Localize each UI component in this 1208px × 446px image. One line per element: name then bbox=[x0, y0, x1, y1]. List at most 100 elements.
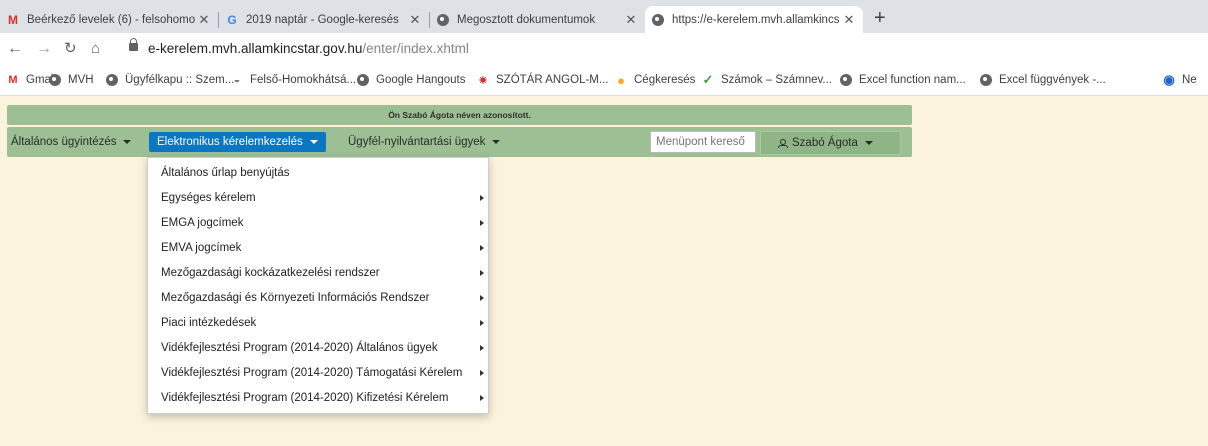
dropdown-item-vp-kifizetesi[interactable]: Vidékfejlesztési Program (2014-2020) Kif… bbox=[148, 386, 488, 411]
caret-down-icon bbox=[309, 139, 318, 144]
tab-title: Megosztott dokumentumok bbox=[457, 13, 596, 26]
dropdown-item-vp-tamogatasi[interactable]: Vidékfejlesztési Program (2014-2020) Tám… bbox=[148, 361, 488, 386]
caret-down-icon bbox=[123, 139, 132, 144]
submenu-arrow-icon bbox=[480, 220, 484, 226]
reload-icon[interactable]: ↻ bbox=[64, 40, 77, 58]
bookmark-label: Google Hangouts bbox=[376, 74, 466, 86]
bookmark-label: Excel function nam... bbox=[859, 74, 966, 86]
bookmark-szotar[interactable]: ✷ SZÓTÁR ANGOL-M... bbox=[476, 73, 608, 87]
company-search-icon: ● bbox=[617, 72, 625, 88]
dropdown-item-label: Vidékfejlesztési Program (2014-2020) Ált… bbox=[161, 342, 438, 354]
dropdown-item-mekir[interactable]: Mezőgazdasági és Környezeti Információs … bbox=[148, 286, 488, 311]
dropdown-item-label: EMGA jogcímek bbox=[161, 217, 244, 229]
globe-icon bbox=[48, 73, 62, 87]
bookmark-label: Cégkeresés bbox=[634, 74, 696, 86]
dropdown-item-altalanos-urlap[interactable]: Általános űrlap benyújtás bbox=[148, 161, 488, 186]
globe-icon bbox=[651, 13, 665, 27]
home-icon[interactable]: ⌂ bbox=[91, 40, 100, 58]
menu-elektronikus-kerelemkezeles[interactable]: Elektronikus kérelemkezelés bbox=[149, 132, 326, 152]
bookmark-label: Számok – Számnev... bbox=[721, 74, 832, 86]
dropdown-item-label: EMVA jogcímek bbox=[161, 242, 242, 254]
globe-icon bbox=[105, 73, 119, 87]
dropdown-item-vp-altalanos[interactable]: Vidékfejlesztési Program (2014-2020) Ált… bbox=[148, 336, 488, 361]
bookmark-google-hangouts[interactable]: Google Hangouts bbox=[356, 73, 466, 87]
url-host: e-kerelem.mvh.allamkincstar.gov.hu bbox=[148, 41, 363, 56]
close-icon[interactable]: ✕ bbox=[623, 12, 639, 28]
bookmark-label: Felső-Homokhátsá... bbox=[250, 74, 357, 86]
tab-title: 2019 naptár - Google-keresés bbox=[246, 13, 399, 26]
gmail-icon: M bbox=[8, 74, 18, 86]
tab-shared-documents[interactable]: Megosztott dokumentumok ✕ bbox=[430, 6, 645, 33]
globe-icon bbox=[436, 13, 450, 27]
menu-altalanos-ugyintezes[interactable]: Általános ügyintézés bbox=[11, 127, 132, 157]
close-icon[interactable]: ✕ bbox=[196, 12, 212, 28]
bookmarks-bar: M Gmail MVH Ügyfélkapu :: Szem... ◒ Felső-… bbox=[0, 66, 1208, 96]
bookmark-label: MVH bbox=[68, 74, 94, 86]
url-field[interactable]: e-kerelem.mvh.allamkincstar.gov.hu/enter… bbox=[148, 41, 469, 56]
bookmark-szamok[interactable]: ✓ Számok – Számnev... bbox=[701, 72, 832, 87]
globe-icon bbox=[839, 73, 853, 87]
caret-down-icon bbox=[492, 139, 501, 144]
dropdown-item-label: Piaci intézkedések bbox=[161, 317, 257, 329]
dropdown-item-emga-jogcimek[interactable]: EMGA jogcímek bbox=[148, 211, 488, 236]
address-bar-row: ← → ↻ ⌂ e-kerelem.mvh.allamkincstar.gov.… bbox=[0, 33, 1208, 66]
browser-tab-strip: M Beérkező levelek (6) - felsohomo ✕ G 2… bbox=[0, 0, 1208, 33]
submenu-arrow-icon bbox=[480, 195, 484, 201]
tab-google-search[interactable]: G 2019 naptár - Google-keresés ✕ bbox=[219, 6, 429, 33]
menu-search-input[interactable] bbox=[650, 131, 756, 153]
dropdown-item-label: Általános űrlap benyújtás bbox=[161, 167, 290, 179]
menu-label: Általános ügyintézés bbox=[11, 136, 117, 148]
dropdown-item-kockazatkezelesi[interactable]: Mezőgazdasági kockázatkezelési rendszer bbox=[148, 261, 488, 286]
user-menu-button[interactable]: Szabó Ágota bbox=[760, 131, 901, 155]
submenu-arrow-icon bbox=[480, 245, 484, 251]
identity-notice: Ön Szabó Ágota néven azonosított. bbox=[7, 105, 912, 125]
bowl-icon: ◒ bbox=[233, 74, 241, 86]
dropdown-item-label: Egységes kérelem bbox=[161, 192, 256, 204]
submenu-arrow-icon bbox=[480, 395, 484, 401]
submenu-arrow-icon bbox=[480, 370, 484, 376]
globe-icon bbox=[979, 73, 993, 87]
bookmark-label: Excel függvények -... bbox=[999, 74, 1106, 86]
forward-icon[interactable]: → bbox=[36, 40, 52, 58]
bookmark-label: Ügyfélkapu :: Szem... bbox=[125, 74, 235, 86]
back-icon[interactable]: ← bbox=[7, 40, 23, 58]
menu-ugyfel-nyilvantartasi-ugyek[interactable]: Ügyfél-nyilvántartási ügyek bbox=[348, 127, 501, 157]
dropdown-item-label: Mezőgazdasági kockázatkezelési rendszer bbox=[161, 267, 380, 279]
elektronikus-kerelemkezeles-dropdown: Általános űrlap benyújtás Egységes kérel… bbox=[147, 157, 489, 414]
gmail-icon: M bbox=[8, 12, 18, 27]
dropdown-item-emva-jogcimek[interactable]: EMVA jogcímek bbox=[148, 236, 488, 261]
submenu-arrow-icon bbox=[480, 295, 484, 301]
google-icon: G bbox=[227, 12, 237, 27]
dropdown-item-label: Vidékfejlesztési Program (2014-2020) Tám… bbox=[161, 367, 463, 379]
user-icon bbox=[778, 139, 788, 148]
bookmark-cegkereses[interactable]: ● Cégkeresés bbox=[614, 72, 696, 88]
bookmark-excel-fuggvenyek[interactable]: Excel függvények -... bbox=[979, 73, 1106, 87]
dropdown-item-piaci-intezkedesek[interactable]: Piaci intézkedések bbox=[148, 311, 488, 336]
new-tab-button[interactable]: + bbox=[874, 8, 886, 28]
close-icon[interactable]: ✕ bbox=[841, 12, 857, 28]
dropdown-item-label: Vidékfejlesztési Program (2014-2020) Kif… bbox=[161, 392, 449, 404]
globe-icon bbox=[356, 73, 370, 87]
bookmark-ne[interactable]: ◉ Ne bbox=[1162, 72, 1197, 87]
user-name: Szabó Ágota bbox=[792, 137, 858, 149]
checkmark-icon: ✓ bbox=[702, 72, 714, 87]
dictionary-icon: ✷ bbox=[478, 74, 488, 87]
lock-icon[interactable] bbox=[129, 38, 138, 51]
bookmark-excel-function[interactable]: Excel function nam... bbox=[839, 73, 966, 87]
bookmark-ugyfelkapu[interactable]: Ügyfélkapu :: Szem... bbox=[105, 73, 234, 87]
url-path: /enter/index.xhtml bbox=[362, 41, 469, 56]
close-icon[interactable]: ✕ bbox=[407, 12, 423, 28]
bookmark-mvh[interactable]: MVH bbox=[48, 73, 94, 87]
main-menu-bar: Általános ügyintézés Elektronikus kérele… bbox=[7, 127, 912, 157]
submenu-arrow-icon bbox=[480, 345, 484, 351]
dropdown-item-label: Mezőgazdasági és Környezeti Információs … bbox=[161, 292, 430, 304]
tab-gmail[interactable]: M Beérkező levelek (6) - felsohomo ✕ bbox=[0, 6, 218, 33]
bookmark-felso-homokhatsag[interactable]: ◒ Felső-Homokhátsá... bbox=[230, 73, 356, 87]
tab-e-kerelem[interactable]: https://e-kerelem.mvh.allamkincs ✕ bbox=[645, 6, 863, 33]
submenu-arrow-icon bbox=[480, 320, 484, 326]
bookmark-label: Ne bbox=[1182, 74, 1197, 86]
caret-down-icon bbox=[864, 140, 873, 145]
dropdown-item-egyseges-kerelem[interactable]: Egységes kérelem bbox=[148, 186, 488, 211]
bookmark-label: SZÓTÁR ANGOL-M... bbox=[496, 74, 609, 86]
menu-label: Ügyfél-nyilvántartási ügyek bbox=[348, 136, 486, 148]
